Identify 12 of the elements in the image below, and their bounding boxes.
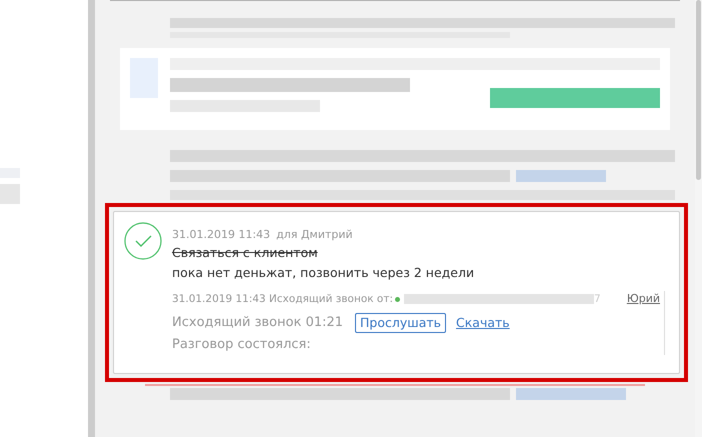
call-header: 31.01.2019 11:43 Исходящий звонок от: [172, 292, 394, 307]
download-link[interactable]: Скачать [456, 314, 510, 332]
task-datetime: 31.01.2019 11:43 [172, 227, 270, 243]
user-link[interactable]: Юрий [626, 291, 660, 307]
task-comment: пока нет деньжат, позвонить через 2 недели [172, 264, 474, 282]
task-assignee: для Дмитрий [276, 227, 353, 243]
blurred-area [0, 184, 20, 204]
task-title: Связаться с клиентом [172, 244, 318, 262]
call-summary: Исходящий звонок 01:21 [172, 314, 344, 332]
listen-button[interactable]: Прослушать [355, 313, 446, 333]
scrollbar-thumb[interactable] [696, 0, 701, 180]
call-result: Разговор состоялся: [172, 336, 311, 354]
